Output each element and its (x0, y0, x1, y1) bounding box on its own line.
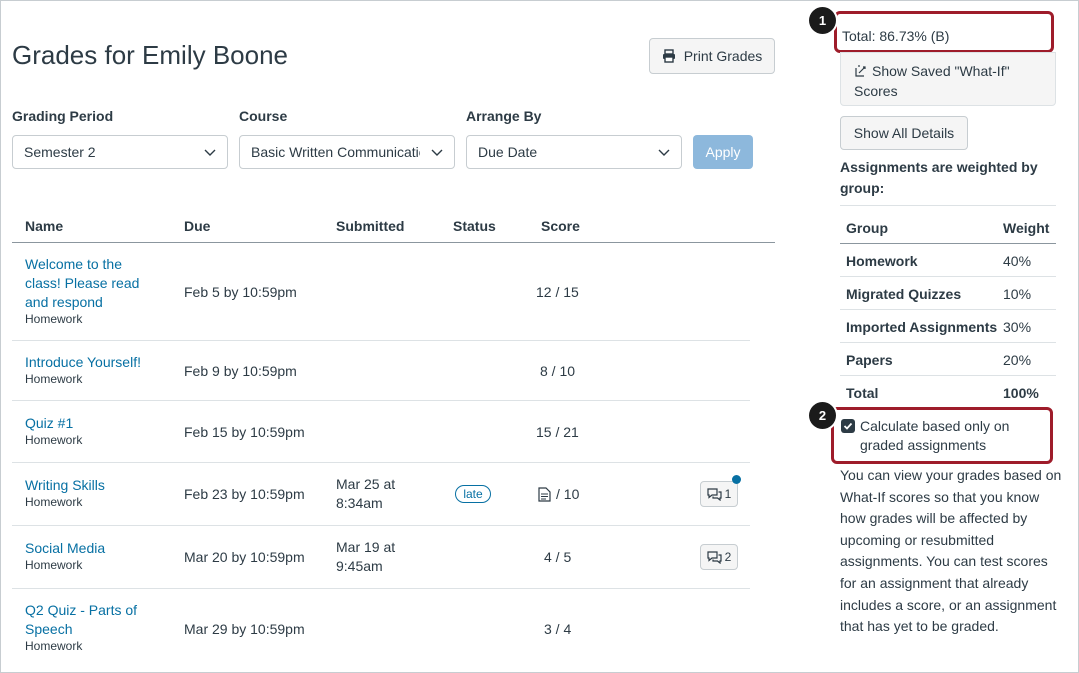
row-divider (12, 340, 750, 341)
late-status-badge: late (455, 485, 491, 503)
row-divider (12, 462, 750, 463)
assignment-group: Homework (25, 639, 83, 653)
weighted-by-group-heading: Assignments are weighted by group: (840, 159, 1038, 196)
score: 15 / 21 (536, 424, 579, 440)
row-divider (12, 525, 750, 526)
weight-value: 30% (1003, 319, 1032, 335)
column-header-submitted[interactable]: Submitted (336, 218, 404, 234)
assignment-group: Homework (25, 495, 83, 509)
weights-header-group: Group (846, 220, 888, 236)
weight-total-value: 100% (1003, 385, 1039, 401)
comments-button[interactable]: 2 (700, 544, 738, 570)
weights-header-weight: Weight (1003, 220, 1050, 236)
due-date: Feb 23 by 10:59pm (184, 486, 305, 502)
column-header-status[interactable]: Status (453, 218, 496, 234)
page-title: Grades for Emily Boone (12, 40, 289, 70)
weight-group: Homework (846, 253, 918, 269)
column-header-due[interactable]: Due (184, 218, 210, 234)
due-date: Mar 20 by 10:59pm (184, 549, 305, 565)
row-divider (12, 400, 750, 401)
weights-row-divider (840, 342, 1056, 343)
submitted-date: Mar 19 at 9:45am (336, 539, 396, 574)
chevron-down-icon (431, 149, 443, 156)
callout-highlight-1 (834, 11, 1054, 53)
weights-table-top-divider (840, 205, 1056, 206)
callout-highlight-2 (831, 407, 1053, 464)
course-select[interactable]: Basic Written Communication (239, 135, 455, 169)
assignment-link[interactable]: Quiz #1 (25, 414, 175, 433)
course-label: Course (239, 108, 288, 124)
assignment-group: Homework (25, 433, 83, 447)
assignment-link[interactable]: Writing Skills (25, 476, 175, 495)
weight-value: 20% (1003, 352, 1032, 368)
document-icon (538, 487, 551, 502)
course-value: Basic Written Communication (251, 144, 420, 160)
weight-value: 40% (1003, 253, 1032, 269)
what-if-icon (855, 65, 866, 77)
print-grades-button[interactable]: Print Grades (649, 38, 775, 74)
due-date: Feb 9 by 10:59pm (184, 363, 297, 379)
assignment-link[interactable]: Welcome to the class! Please read and re… (25, 255, 165, 312)
table-row: Q2 Quiz - Parts of Speech Homework (25, 601, 175, 653)
score: 8 / 10 (540, 363, 576, 379)
apply-button[interactable]: Apply (693, 135, 753, 169)
arrange-by-label: Arrange By (466, 108, 542, 124)
unread-indicator (732, 475, 741, 484)
weights-row-divider (840, 309, 1056, 310)
print-grades-label: Print Grades (683, 48, 763, 64)
grading-period-label: Grading Period (12, 108, 114, 124)
weight-group: Migrated Quizzes (846, 286, 962, 302)
weight-group: Imported Assignments (846, 319, 998, 335)
arrange-by-value: Due Date (478, 144, 538, 160)
comments-count: 2 (724, 550, 732, 564)
comments-icon (707, 487, 722, 501)
assignment-group: Homework (25, 558, 83, 572)
table-row: Introduce Yourself! Homework (25, 353, 175, 386)
callout-badge-2: 2 (809, 402, 836, 429)
grading-period-value: Semester 2 (24, 144, 96, 160)
due-date: Feb 5 by 10:59pm (184, 284, 297, 300)
due-date: Mar 29 by 10:59pm (184, 621, 305, 637)
table-row: Writing Skills Homework (25, 476, 175, 509)
printer-icon (662, 49, 675, 63)
weight-group: Papers (846, 352, 893, 368)
column-header-name[interactable]: Name (25, 218, 63, 234)
what-if-note: You can view your grades based on What-I… (840, 467, 1062, 635)
score: 4 / 5 (544, 549, 572, 565)
assignment-group: Homework (25, 372, 83, 386)
assignment-link[interactable]: Social Media (25, 539, 175, 558)
callout-badge-1: 1 (809, 7, 836, 34)
row-divider (12, 588, 750, 589)
weight-value: 10% (1003, 286, 1032, 302)
submitted-date: Mar 25 at 8:34am (336, 476, 396, 511)
grading-period-select[interactable]: Semester 2 (12, 135, 228, 169)
table-row: Quiz #1 Homework (25, 414, 175, 447)
comments-count: 1 (724, 487, 732, 501)
table-row: Social Media Homework (25, 539, 175, 572)
assignment-link[interactable]: Q2 Quiz - Parts of Speech (25, 601, 175, 639)
comments-icon (707, 550, 722, 564)
score: / 10 (538, 485, 579, 504)
column-header-score[interactable]: Score (541, 218, 580, 234)
arrange-by-select[interactable]: Due Date (466, 135, 682, 169)
show-all-details-button[interactable]: Show All Details (840, 116, 968, 150)
weight-total-label: Total (846, 385, 879, 401)
weights-row-divider (840, 276, 1056, 277)
table-header-divider (12, 242, 775, 243)
assignment-link[interactable]: Introduce Yourself! (25, 353, 175, 372)
weights-row-divider (840, 375, 1056, 376)
chevron-down-icon (204, 149, 216, 156)
weights-header-divider (840, 243, 1056, 244)
show-saved-what-if-scores-button[interactable]: Show Saved "What-If" Scores (840, 52, 1056, 106)
chevron-down-icon (658, 149, 670, 156)
table-row: Welcome to the class! Please read and re… (25, 255, 165, 326)
assignment-group: Homework (25, 312, 83, 326)
comments-button[interactable]: 1 (700, 481, 738, 507)
due-date: Feb 15 by 10:59pm (184, 424, 305, 440)
score: 12 / 15 (536, 284, 579, 300)
score: 3 / 4 (544, 621, 572, 637)
